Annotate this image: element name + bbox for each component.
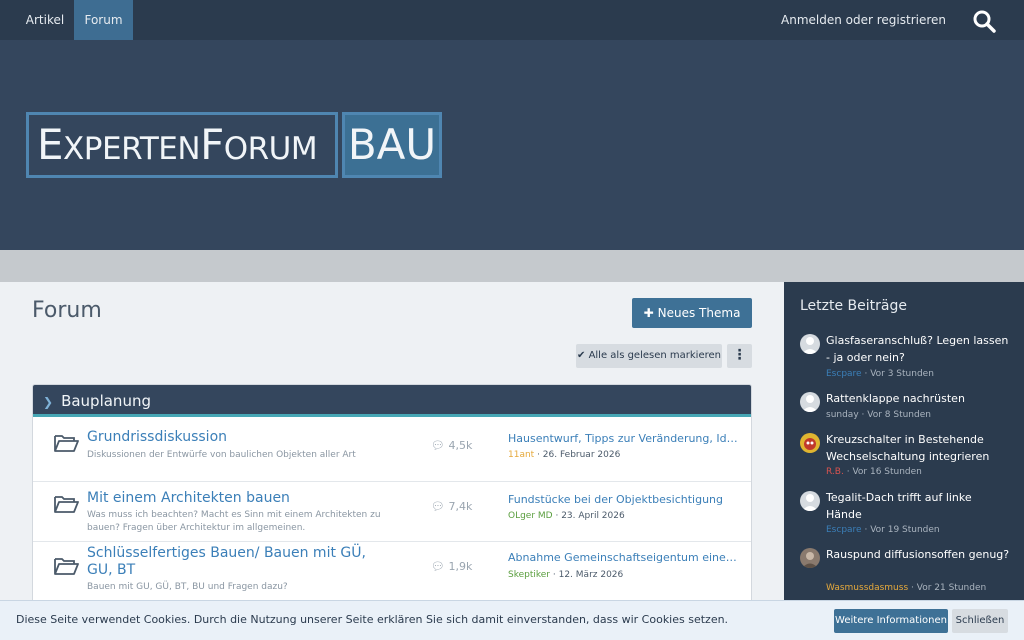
more-info-button[interactable]: Weitere Informationen xyxy=(834,609,948,633)
site-header: EXPERTENFORUM BAU xyxy=(0,40,1024,250)
comment-icon: 💬︎ xyxy=(431,500,449,513)
latest-post-item: Glasfaseranschluß? Legen lassen - ja ode… xyxy=(800,332,1010,384)
last-post-date: 23. April 2026 xyxy=(561,511,625,521)
node-stat: 💬︎ 4,5k xyxy=(431,439,473,452)
node-last-post-title[interactable]: Abnahme Gemeinschaftseigentum einer Wohn… xyxy=(508,551,740,564)
check-icon: ✔ xyxy=(577,350,589,361)
chevron-down-icon: ❯ xyxy=(43,395,54,409)
logo-text-bau: BAU xyxy=(342,112,442,178)
latest-post-item: Rauspund diffusionsoffen genug? Wasmussd… xyxy=(800,546,1010,598)
node-last-post-title[interactable]: Fundstücke bei der Objektbesichtigung xyxy=(508,493,740,506)
node-stat: 💬︎ 7,4k xyxy=(431,500,473,513)
user-icon xyxy=(802,395,818,412)
node-description: Was muss ich beachten? Macht es Sinn mit… xyxy=(87,510,381,533)
character-avatar-icon xyxy=(804,438,816,450)
avatar[interactable] xyxy=(800,548,820,568)
logo-text-expertenforum: EXPERTENFORUM xyxy=(26,112,338,178)
user-icon xyxy=(802,494,818,511)
photo-avatar-icon xyxy=(802,552,818,568)
main-content: Forum ✚ Neues Thema ✔ Alle als gelesen ma… xyxy=(0,282,784,640)
latest-post-title[interactable]: Rauspund diffusionsoffen genug? xyxy=(826,546,1010,563)
site-logo[interactable]: EXPERTENFORUM BAU xyxy=(26,112,442,178)
node-last-post-title[interactable]: Hausentwurf, Tipps zur Veränderung, Idee… xyxy=(508,432,740,445)
node-title[interactable]: Grundrissdiskussion xyxy=(87,429,377,446)
node-description: Diskussionen der Entwürfe von baulichen … xyxy=(87,450,356,460)
latest-post-user[interactable]: Wasmussdasmuss xyxy=(826,583,908,593)
latest-post-title[interactable]: Rattenklappe nachrüsten xyxy=(826,390,1010,407)
last-post-date: 26. Februar 2026 xyxy=(542,450,621,460)
node-title[interactable]: Schlüsselfertiges Bauen/ Bauen mit GÜ, G… xyxy=(87,545,377,579)
latest-post-meta: Escpare · Vor 19 Stunden xyxy=(826,525,940,535)
forum-node: Schlüsselfertiges Bauen/ Bauen mit GÜ, G… xyxy=(33,541,751,607)
node-description: Bauen mit GU, GÜ, BT, BU und Fragen dazu… xyxy=(87,582,288,592)
latest-post-title[interactable]: Kreuzschalter in Bestehende Wechselschal… xyxy=(826,431,1010,465)
mark-all-read-button[interactable]: ✔ Alle als gelesen markieren xyxy=(576,344,722,368)
last-post-user[interactable]: Skeptiker xyxy=(508,570,550,580)
top-navigation: Artikel Forum Anmelden oder registrieren xyxy=(0,0,1024,40)
last-post-date: 12. März 2026 xyxy=(558,570,624,580)
latest-post-meta: R.B. · Vor 16 Stunden xyxy=(826,467,922,477)
latest-post-title[interactable]: Tegalit-Dach trifft auf linke Hände xyxy=(826,489,1010,523)
node-last-post-meta: OLger MD · 23. April 2026 xyxy=(508,511,625,521)
node-last-post-meta: 11ant · 26. Februar 2026 xyxy=(508,450,621,460)
latest-post-item: Tegalit-Dach trifft auf linke Hände Escp… xyxy=(800,489,1010,541)
latest-post-item: Kreuzschalter in Bestehende Wechselschal… xyxy=(800,431,1010,483)
latest-post-item: Rattenklappe nachrüsten sunday · Vor 8 S… xyxy=(800,390,1010,426)
user-icon xyxy=(802,337,818,354)
latest-post-meta: Wasmussdasmuss · Vor 21 Stunden xyxy=(826,583,987,593)
avatar[interactable] xyxy=(800,392,820,412)
latest-post-meta: Escpare · Vor 3 Stunden xyxy=(826,369,934,379)
cookie-notice-text: Diese Seite verwendet Cookies. Durch die… xyxy=(16,613,729,626)
login-register-link[interactable]: Anmelden oder registrieren xyxy=(781,0,946,40)
folder-icon xyxy=(54,435,79,452)
comment-icon: 💬︎ xyxy=(431,439,449,452)
tab-artikel[interactable]: Artikel xyxy=(16,0,74,40)
category-header[interactable]: ❯ Bauplanung xyxy=(33,385,751,417)
avatar[interactable] xyxy=(800,433,820,453)
category-title: Bauplanung xyxy=(61,392,151,410)
latest-post-user[interactable]: sunday xyxy=(826,410,859,420)
node-title[interactable]: Mit einem Architekten bauen xyxy=(87,490,377,507)
avatar[interactable] xyxy=(800,334,820,354)
sidebar-title: Letzte Beiträge xyxy=(800,298,907,314)
folder-icon xyxy=(54,558,79,575)
latest-post-user[interactable]: Escpare xyxy=(826,369,862,379)
more-options-button[interactable]: ⋮ xyxy=(727,344,752,368)
forum-node: Grundrissdiskussion Diskussionen der Ent… xyxy=(33,421,751,481)
node-stat: 💬︎ 1,9k xyxy=(431,560,473,573)
latest-post-title[interactable]: Glasfaseranschluß? Legen lassen - ja ode… xyxy=(826,332,1010,366)
latest-post-user[interactable]: R.B. xyxy=(826,467,844,477)
sub-navigation xyxy=(0,250,1024,282)
new-thread-button[interactable]: ✚ Neues Thema xyxy=(632,298,752,328)
comment-icon: 💬︎ xyxy=(431,560,449,573)
plus-icon: ✚ xyxy=(643,306,654,320)
close-cookie-button[interactable]: Schließen xyxy=(952,609,1008,633)
search-icon[interactable] xyxy=(972,9,996,33)
latest-post-user[interactable]: Escpare xyxy=(826,525,862,535)
node-last-post-meta: Skeptiker · 12. März 2026 xyxy=(508,570,624,580)
tab-forum[interactable]: Forum xyxy=(74,0,133,40)
cookie-notice: Diese Seite verwendet Cookies. Durch die… xyxy=(0,600,1024,640)
page-title: Forum xyxy=(32,298,102,323)
forum-node: Mit einem Architekten bauen Was muss ich… xyxy=(33,481,751,541)
sidebar-latest-posts: Letzte Beiträge Glasfaseranschluß? Legen… xyxy=(784,282,1024,640)
latest-post-meta: sunday · Vor 8 Stunden xyxy=(826,410,931,420)
last-post-user[interactable]: OLger MD xyxy=(508,511,553,521)
folder-icon xyxy=(54,496,79,513)
avatar[interactable] xyxy=(800,491,820,511)
last-post-user[interactable]: 11ant xyxy=(508,450,534,460)
